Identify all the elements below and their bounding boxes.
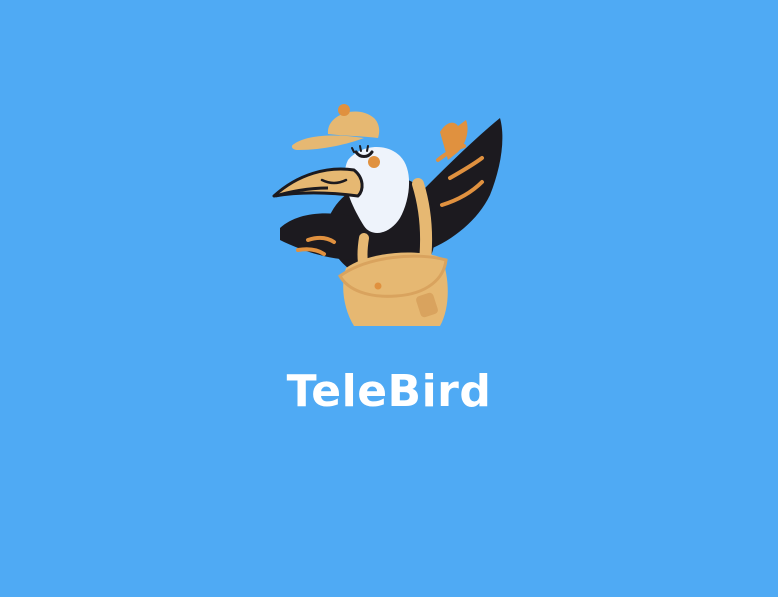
postal-cap xyxy=(327,111,380,138)
splash-screen: TeleBird xyxy=(0,0,778,597)
toucan-mail-carrier-icon xyxy=(272,104,503,326)
app-title: TeleBird xyxy=(286,366,492,417)
